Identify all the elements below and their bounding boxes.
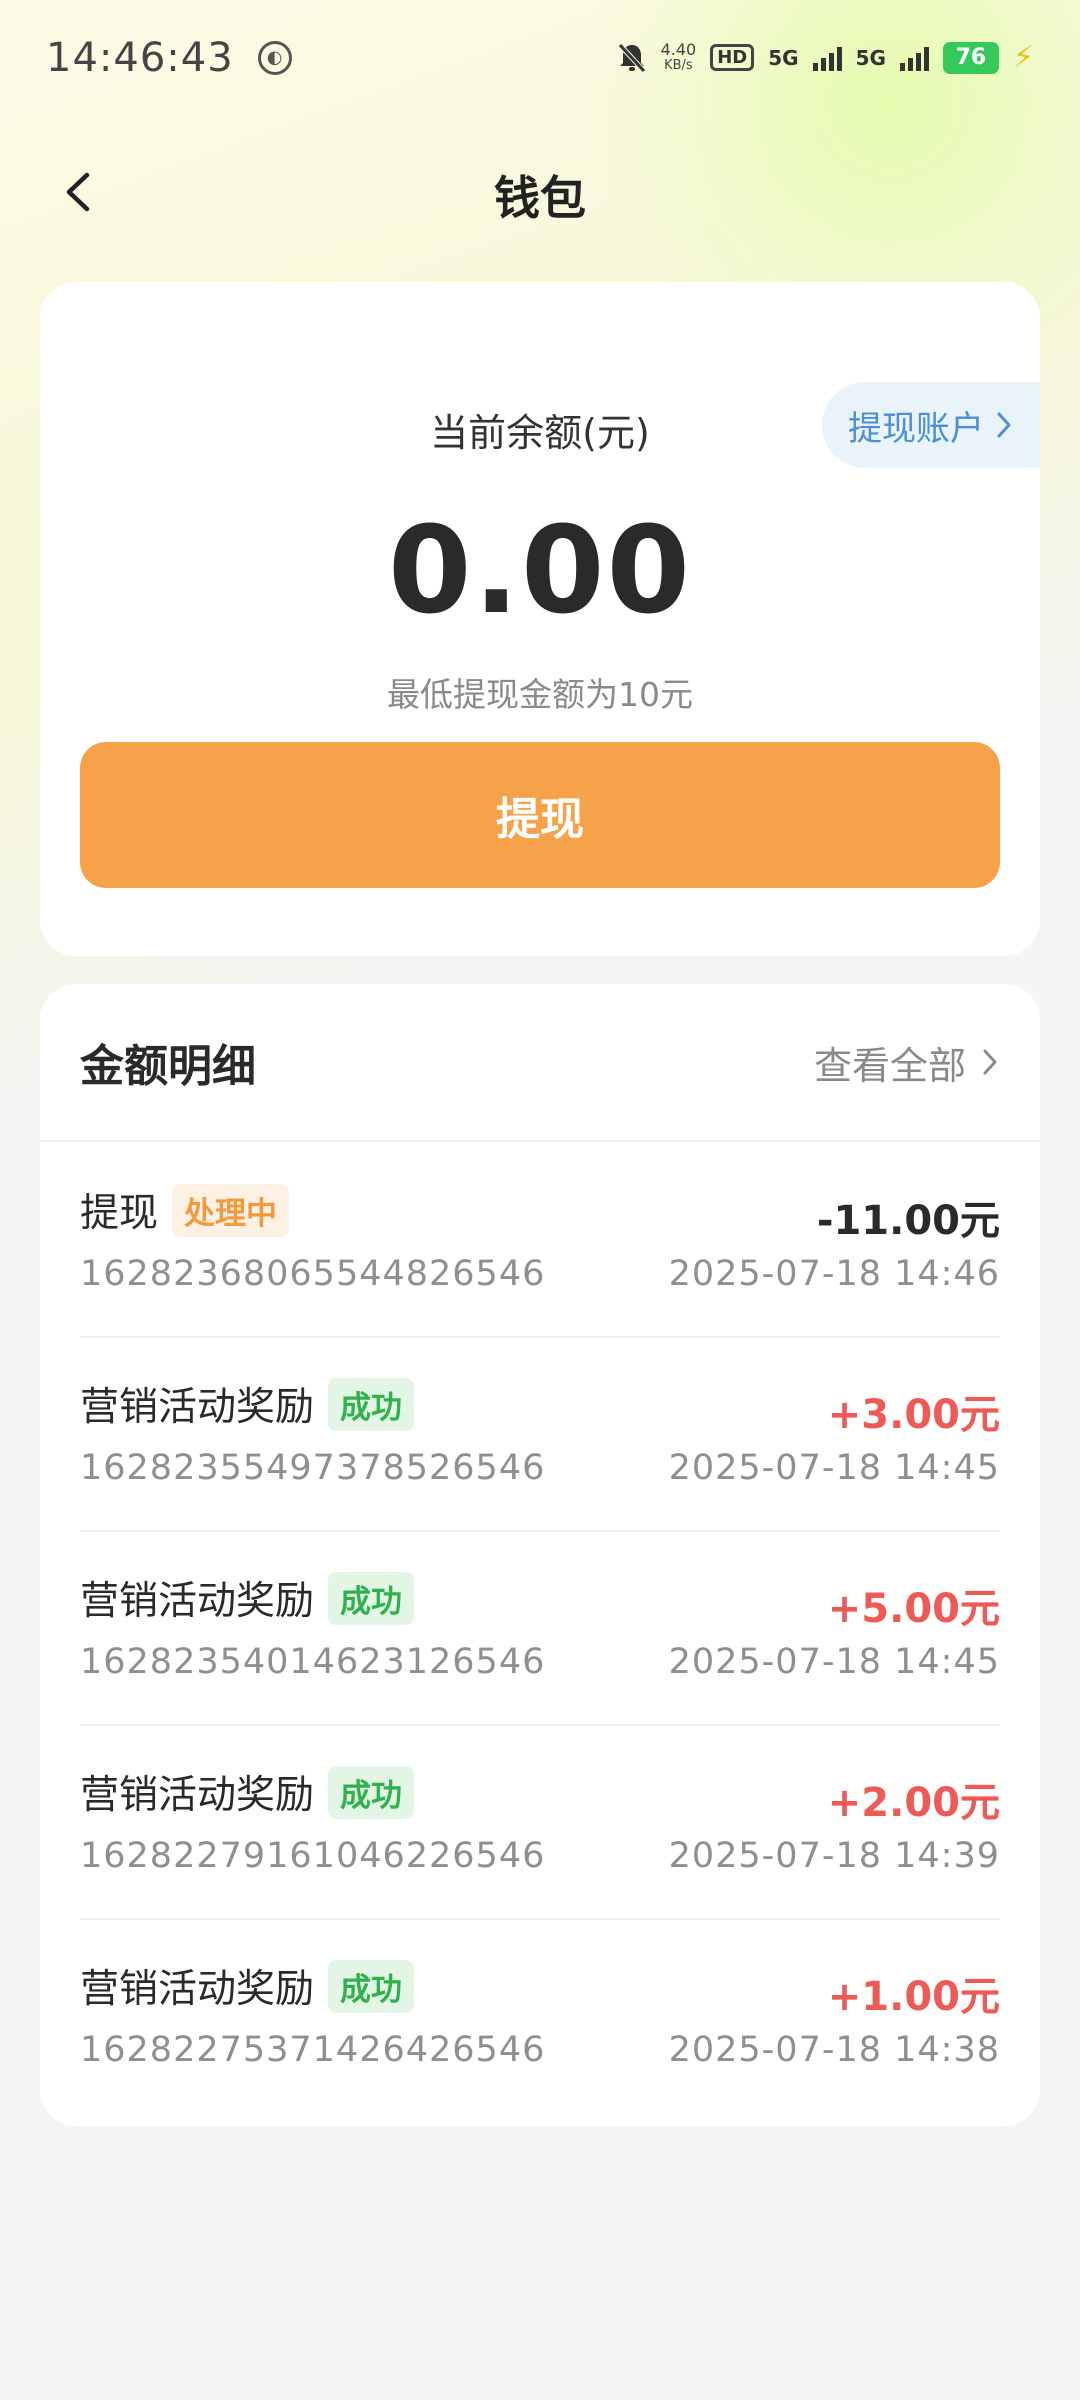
- hd-icon: HD: [710, 44, 755, 71]
- header: 钱包: [0, 140, 1080, 250]
- transaction-time: 2025-07-18 14:45: [668, 1642, 1000, 1682]
- transaction-item[interactable]: 营销活动奖励 成功 16282275371426426546 +1.00元 20…: [80, 1920, 1000, 2114]
- speed-unit: KB/s: [664, 57, 693, 73]
- chevron-left-icon: [66, 172, 90, 212]
- status-badge: 成功: [328, 1959, 415, 2013]
- bell-off-icon: [617, 42, 646, 73]
- min-withdraw-hint: 最低提现金额为10元: [387, 675, 693, 714]
- details-card: 金额明细 查看全部 提现 处理中 16282368065544826546 -1…: [40, 984, 1040, 2126]
- transaction-time: 2025-07-18 14:38: [668, 2030, 1000, 2070]
- status-badge: 成功: [328, 1571, 415, 1625]
- status-badge: 处理中: [172, 1183, 290, 1237]
- back-button[interactable]: [48, 162, 108, 222]
- status-bar: 14:46:43 ◐ 4.40 KB/s HD 5G 5G 76 ⚡: [0, 0, 1080, 115]
- transaction-id: 16282275371426426546: [80, 2030, 546, 2070]
- status-time: 14:46:43: [46, 34, 234, 81]
- withdraw-account-button[interactable]: 提现账户: [822, 382, 1040, 468]
- transaction-time: 2025-07-18 14:46: [668, 1254, 1000, 1294]
- withdraw-account-label: 提现账户: [848, 408, 984, 449]
- network-type-1: 5G: [768, 45, 799, 70]
- details-title: 金额明细: [80, 1041, 256, 1092]
- transaction-id: 16282279161046226546: [80, 1836, 546, 1876]
- transaction-name: 营销活动奖励: [80, 1773, 315, 1818]
- transaction-id: 16282368065544826546: [80, 1254, 546, 1294]
- network-type-2: 5G: [855, 45, 886, 70]
- chevron-right-icon: [997, 412, 1011, 438]
- transaction-name: 营销活动奖励: [80, 1385, 315, 1430]
- transaction-name: 提现: [80, 1191, 159, 1236]
- transaction-list: 提现 处理中 16282368065544826546 -11.00元 2025…: [80, 1144, 1000, 2114]
- transaction-item[interactable]: 营销活动奖励 成功 16282279161046226546 +2.00元 20…: [80, 1726, 1000, 1920]
- bolt-icon: ⚡: [1012, 40, 1034, 75]
- transaction-item[interactable]: 营销活动奖励 成功 16282355497378526546 +3.00元 20…: [80, 1338, 1000, 1532]
- wallet-page: 14:46:43 ◐ 4.40 KB/s HD 5G 5G 76 ⚡ 钱包 当前…: [0, 0, 1080, 2400]
- transaction-amount: +3.00元: [827, 1392, 1000, 1438]
- details-header: 金额明细 查看全部: [40, 984, 1040, 1142]
- balance-card: 当前余额(元) 提现账户 0.00 最低提现金额为10元 提现: [40, 282, 1040, 956]
- withdraw-button[interactable]: 提现: [80, 742, 1000, 888]
- transaction-id: 16282354014623126546: [80, 1642, 546, 1682]
- transaction-time: 2025-07-18 14:39: [668, 1836, 1000, 1876]
- page-title: 钱包: [494, 171, 586, 225]
- transaction-item[interactable]: 营销活动奖励 成功 16282354014623126546 +5.00元 20…: [80, 1532, 1000, 1726]
- app-notification-icon: ◐: [257, 40, 292, 75]
- view-all-link[interactable]: 查看全部: [814, 1035, 1000, 1090]
- transaction-id: 16282355497378526546: [80, 1448, 546, 1488]
- transaction-amount: -11.00元: [816, 1198, 1000, 1244]
- transaction-name: 营销活动奖励: [80, 1967, 315, 2012]
- status-badge: 成功: [328, 1765, 415, 1819]
- battery-icon: 76: [942, 41, 999, 74]
- transaction-amount: +2.00元: [827, 1780, 1000, 1826]
- signal-icon: [812, 45, 842, 71]
- chevron-right-icon: [983, 1049, 997, 1075]
- transaction-name: 营销活动奖励: [80, 1579, 315, 1624]
- status-icons: 4.40 KB/s HD 5G 5G 76 ⚡: [617, 40, 1034, 75]
- status-badge: 成功: [328, 1377, 415, 1431]
- balance-amount: 0.00: [387, 502, 693, 641]
- network-speed: 4.40 KB/s: [660, 39, 697, 74]
- transaction-amount: +1.00元: [827, 1974, 1000, 2020]
- speed-value: 4.40: [660, 39, 697, 59]
- transaction-time: 2025-07-18 14:45: [668, 1448, 1000, 1488]
- signal-icon-2: [899, 45, 929, 71]
- transaction-item[interactable]: 提现 处理中 16282368065544826546 -11.00元 2025…: [80, 1144, 1000, 1338]
- view-all-label: 查看全部: [813, 1043, 966, 1088]
- transaction-amount: +5.00元: [827, 1586, 1000, 1632]
